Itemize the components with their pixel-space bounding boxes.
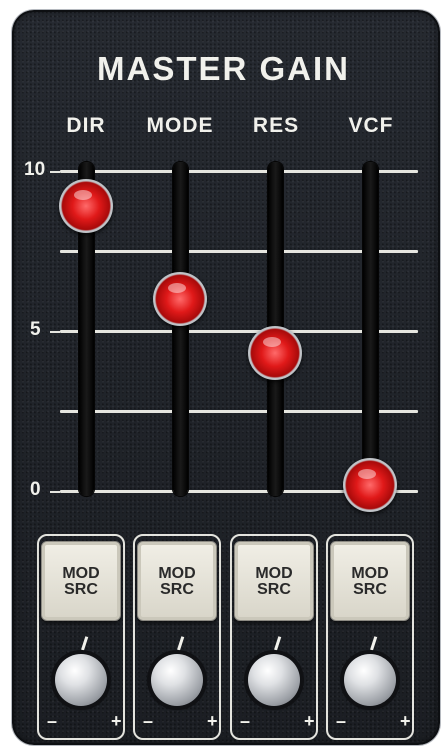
scale-label-min: 0 — [30, 479, 41, 500]
plus-label: + — [304, 711, 315, 731]
minus-label: – — [336, 711, 347, 731]
fader-knob-res[interactable] — [248, 326, 302, 381]
plus-label: + — [111, 711, 122, 731]
column-label-mode: MODE — [146, 114, 214, 137]
mod-amount-knob-vcf[interactable] — [344, 654, 396, 706]
fader-knob-dir[interactable] — [59, 179, 113, 234]
mod-src-label-line1: MOD — [62, 565, 100, 582]
mod-src-button-dir[interactable]: MOD SRC — [41, 541, 121, 621]
mod-src-label-line2: SRC — [64, 581, 98, 598]
fader-knob-mode[interactable] — [153, 272, 207, 326]
mod-amount-knob-res[interactable] — [248, 654, 300, 706]
minus-label: – — [47, 711, 58, 731]
panel-title: MASTER GAIN — [97, 50, 350, 87]
slider-track-mode[interactable] — [173, 162, 188, 496]
column-label-dir: DIR — [66, 114, 106, 137]
mod-src-label-line2: SRC — [160, 581, 194, 598]
mod-src-button-res[interactable]: MOD SRC — [234, 541, 314, 621]
mod-amount-knob-dir[interactable] — [55, 654, 107, 706]
mod-src-button-mode[interactable]: MOD SRC — [137, 541, 217, 621]
mod-src-label-line1: MOD — [351, 565, 389, 582]
mod-src-label-line1: MOD — [255, 565, 293, 582]
mod-src-label-line2: SRC — [353, 581, 387, 598]
plus-label: + — [207, 711, 218, 731]
fader-knob-vcf[interactable] — [343, 457, 397, 512]
plus-label: + — [400, 711, 411, 731]
scale-label-max: 10 — [24, 159, 46, 180]
mod-src-label-line1: MOD — [158, 565, 196, 582]
minus-label: – — [143, 711, 154, 731]
scale-label-mid: 5 — [30, 319, 41, 340]
slider-track-vcf[interactable] — [363, 162, 378, 496]
mod-src-label-line2: SRC — [257, 581, 291, 598]
mod-src-button-vcf[interactable]: MOD SRC — [330, 541, 410, 621]
column-label-vcf: VCF — [348, 114, 394, 137]
column-label-res: RES — [252, 114, 300, 137]
mod-amount-knob-mode[interactable] — [151, 654, 203, 706]
minus-label: – — [240, 711, 251, 731]
